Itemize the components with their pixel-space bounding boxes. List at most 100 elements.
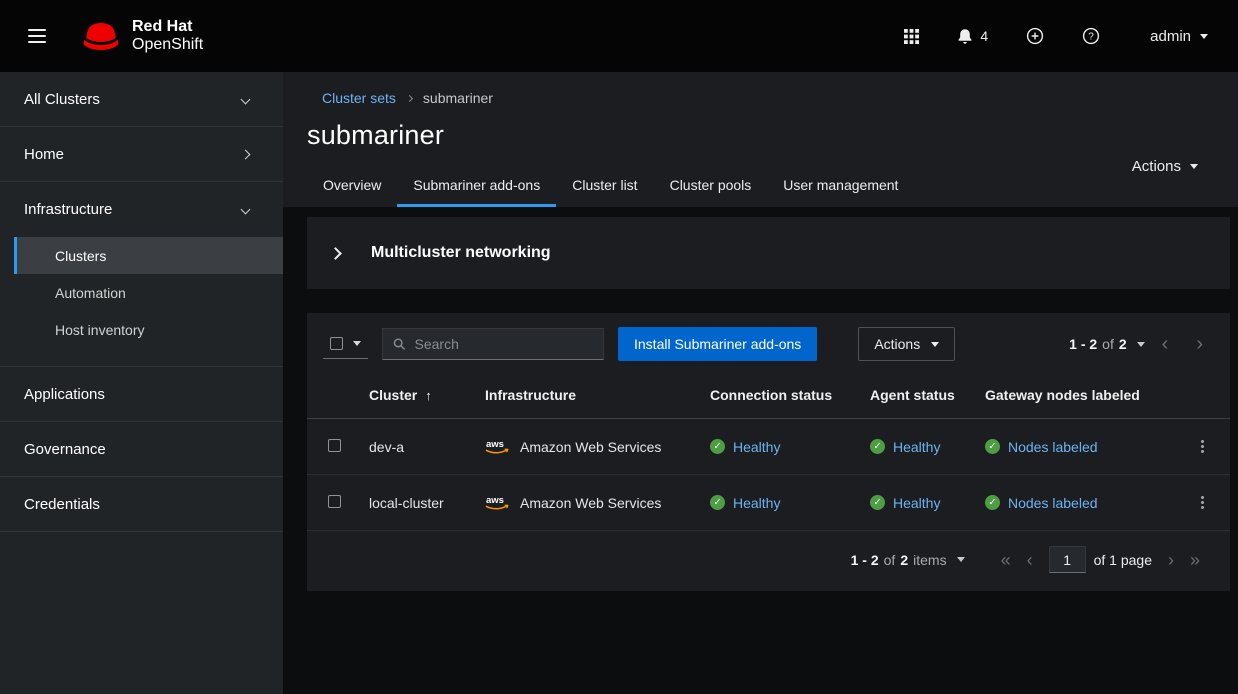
- grid-icon: [904, 29, 919, 44]
- page-count-label: of 1 page: [1094, 552, 1152, 568]
- row-checkbox[interactable]: [328, 439, 341, 452]
- last-page-button[interactable]: »: [1182, 547, 1208, 573]
- breadcrumb-cluster-sets-link[interactable]: Cluster sets: [322, 90, 396, 106]
- chevron-down-icon: [241, 94, 251, 104]
- install-submariner-button[interactable]: Install Submariner add-ons: [618, 327, 817, 361]
- column-header-cluster[interactable]: Cluster↑: [357, 375, 473, 419]
- column-header-agent-status: Agent status: [858, 375, 973, 419]
- tab-submariner-add-ons[interactable]: Submariner add-ons: [397, 167, 556, 207]
- chevron-down-icon: [241, 205, 251, 215]
- create-button[interactable]: [1022, 23, 1048, 49]
- plus-circle-icon: [1026, 27, 1044, 45]
- tabs: Overview Submariner add-ons Cluster list…: [307, 167, 1198, 207]
- brand-openshift-text: OpenShift: [132, 36, 203, 54]
- bottom-pagination: 1 - 2 of 2 items « ‹ of 1 page › »: [307, 531, 1230, 591]
- bulk-select-checkbox[interactable]: [330, 337, 343, 350]
- check-circle-icon: ✓: [985, 439, 1000, 454]
- page-actions-dropdown[interactable]: Actions: [1132, 158, 1198, 175]
- page-content: Multicluster networking: [283, 207, 1238, 694]
- caret-down-icon: [1200, 34, 1208, 39]
- table-row-local-cluster: local-cluster aws Amazon Web Services: [307, 475, 1230, 531]
- brand-redhat-text: Red Hat: [132, 18, 203, 36]
- sidebar-item-applications[interactable]: Applications: [0, 367, 283, 422]
- masthead-toolbar: 4 ? admin: [900, 23, 1208, 49]
- tab-user-management[interactable]: User management: [767, 167, 914, 207]
- gateway-nodes-link[interactable]: Nodes labeled: [1008, 495, 1098, 511]
- infrastructure-subnav: Clusters Automation Host inventory: [0, 237, 283, 367]
- help-button[interactable]: ?: [1078, 23, 1104, 49]
- tab-cluster-list[interactable]: Cluster list: [556, 167, 653, 207]
- cluster-name: local-cluster: [357, 475, 473, 531]
- check-circle-icon: ✓: [710, 495, 725, 510]
- first-page-button[interactable]: «: [993, 547, 1019, 573]
- gateway-nodes-link[interactable]: Nodes labeled: [1008, 439, 1098, 455]
- caret-down-icon: [931, 342, 939, 347]
- page-header: Cluster sets submariner submariner Actio…: [283, 72, 1238, 207]
- toolbar-actions-label: Actions: [874, 336, 920, 352]
- sidebar-subitem-label: Automation: [55, 285, 126, 301]
- check-circle-icon: ✓: [870, 495, 885, 510]
- page-title: submariner: [307, 119, 1198, 152]
- caret-down-icon: [353, 341, 361, 346]
- sidebar-item-governance[interactable]: Governance: [0, 422, 283, 477]
- breadcrumb-separator-icon: [406, 94, 413, 101]
- svg-text:?: ?: [1088, 32, 1094, 43]
- tab-overview[interactable]: Overview: [307, 167, 397, 207]
- infrastructure-cell: aws Amazon Web Services: [485, 438, 686, 455]
- prev-page-button[interactable]: ‹: [1151, 330, 1180, 358]
- clusters-table: Cluster↑ Infrastructure Connection statu…: [307, 375, 1230, 531]
- pagination-range: 1 - 2: [851, 552, 879, 568]
- table-header-row: Cluster↑ Infrastructure Connection statu…: [307, 375, 1230, 419]
- column-header-select: [307, 375, 357, 419]
- agent-status-link[interactable]: Healthy: [893, 495, 940, 511]
- search-box: [382, 328, 604, 360]
- connection-status-cell: ✓ Healthy: [710, 439, 846, 455]
- user-menu[interactable]: admin: [1150, 28, 1208, 45]
- sidebar-item-host-inventory[interactable]: Host inventory: [14, 311, 283, 348]
- sidebar-item-home[interactable]: Home: [0, 127, 283, 182]
- caret-down-icon: [957, 557, 965, 562]
- clusters-table-card: Install Submariner add-ons Actions 1 - 2…: [307, 313, 1230, 591]
- chevron-right-icon: [241, 149, 251, 159]
- agent-status-cell: ✓ Healthy: [870, 439, 961, 455]
- footer-pagination-menu-toggle[interactable]: 1 - 2 of 2 items: [851, 552, 965, 568]
- check-circle-icon: ✓: [870, 439, 885, 454]
- sidebar-item-label: Home: [24, 146, 64, 163]
- bulk-select-dropdown[interactable]: [323, 329, 368, 359]
- agent-status-link[interactable]: Healthy: [893, 439, 940, 455]
- search-input[interactable]: [415, 336, 594, 352]
- caret-down-icon: [1190, 164, 1198, 169]
- sidebar-item-credentials[interactable]: Credentials: [0, 477, 283, 532]
- connection-status-link[interactable]: Healthy: [733, 439, 780, 455]
- row-checkbox[interactable]: [328, 495, 341, 508]
- next-page-button[interactable]: ›: [1160, 547, 1182, 573]
- top-pagination: 1 - 2 of 2 ‹ ›: [1069, 330, 1214, 358]
- aws-icon: aws: [485, 494, 511, 511]
- notifications-button[interactable]: 4: [953, 24, 992, 49]
- page-number-input[interactable]: [1049, 546, 1086, 573]
- sidebar-item-infrastructure[interactable]: Infrastructure: [0, 182, 283, 237]
- row-kebab-menu[interactable]: [1192, 434, 1213, 459]
- breadcrumb-current: submariner: [423, 90, 493, 106]
- next-page-button[interactable]: ›: [1185, 330, 1214, 358]
- column-header-gateway-nodes: Gateway nodes labeled: [973, 375, 1174, 419]
- nav-toggle-button[interactable]: [18, 21, 56, 52]
- pagination-menu-toggle[interactable]: 1 - 2 of 2: [1069, 336, 1145, 352]
- notification-count-badge: 4: [980, 28, 988, 44]
- multicluster-networking-section: Multicluster networking: [307, 217, 1230, 289]
- sidebar-item-automation[interactable]: Automation: [14, 274, 283, 311]
- app-launcher-button[interactable]: [900, 25, 923, 48]
- cluster-name: dev-a: [357, 419, 473, 475]
- expand-toggle-button[interactable]: [331, 243, 357, 264]
- column-header-infrastructure: Infrastructure: [473, 375, 698, 419]
- row-kebab-menu[interactable]: [1192, 490, 1213, 515]
- connection-status-link[interactable]: Healthy: [733, 495, 780, 511]
- prev-page-button[interactable]: ‹: [1019, 547, 1041, 573]
- search-icon: [393, 337, 406, 351]
- cluster-switcher[interactable]: All Clusters: [0, 72, 283, 127]
- toolbar-actions-dropdown[interactable]: Actions: [858, 327, 955, 361]
- tab-cluster-pools[interactable]: Cluster pools: [654, 167, 768, 207]
- sidebar-item-clusters[interactable]: Clusters: [14, 237, 283, 274]
- sidebar-subitem-label: Host inventory: [55, 322, 144, 338]
- masthead: Red Hat OpenShift 4: [0, 0, 1238, 72]
